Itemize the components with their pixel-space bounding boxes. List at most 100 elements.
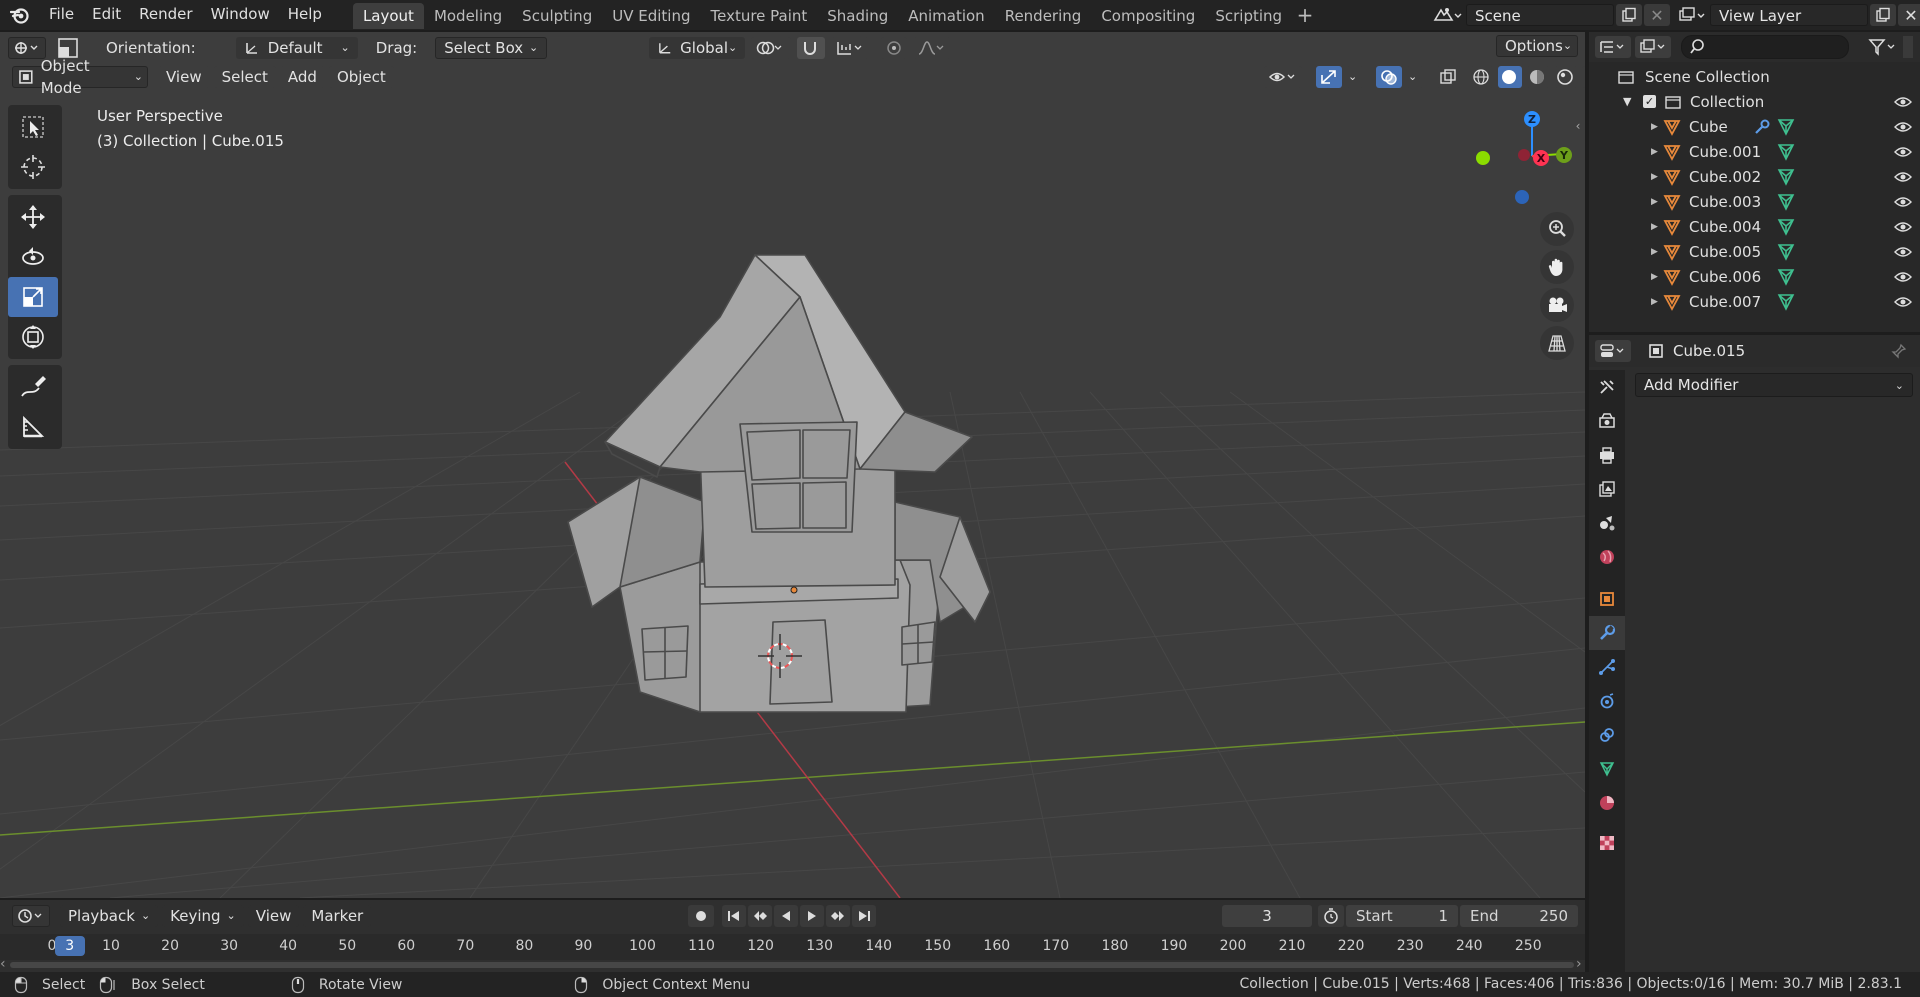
collapse-arrow-icon[interactable]: ▼ bbox=[1623, 95, 1635, 108]
current-frame-field[interactable]: 3 bbox=[1222, 905, 1312, 927]
outliner-item[interactable]: ▶ Cube.007 bbox=[1589, 289, 1920, 314]
start-frame-field[interactable]: Start 1 bbox=[1346, 905, 1458, 927]
tab-scripting[interactable]: Scripting bbox=[1205, 3, 1292, 29]
select-box-tool-icon[interactable] bbox=[8, 107, 58, 147]
mesh-data-tab-icon[interactable] bbox=[1589, 752, 1625, 786]
wireframe-shading-icon[interactable] bbox=[1470, 66, 1494, 88]
pan-hand-icon[interactable] bbox=[1540, 250, 1574, 284]
eye-icon[interactable] bbox=[1894, 145, 1912, 159]
tab-animation[interactable]: Animation bbox=[898, 3, 994, 29]
snap-toggle-icon[interactable] bbox=[797, 37, 826, 59]
measure-tool-icon[interactable] bbox=[8, 407, 58, 447]
jump-end-icon[interactable] bbox=[852, 905, 876, 927]
modifier-tab-icon[interactable] bbox=[1589, 616, 1625, 650]
outliner-item[interactable]: ▶ Cube.006 bbox=[1589, 264, 1920, 289]
expand-arrow-icon[interactable]: ▶ bbox=[1651, 297, 1661, 307]
expand-arrow-icon[interactable]: ▶ bbox=[1651, 122, 1661, 132]
mesh-data-icon[interactable] bbox=[1777, 143, 1795, 161]
object-tab-icon[interactable] bbox=[1589, 582, 1625, 616]
mesh-data-icon[interactable] bbox=[1777, 218, 1795, 236]
camera-view-icon[interactable] bbox=[1540, 288, 1574, 322]
transform-tool-icon[interactable] bbox=[8, 317, 58, 357]
eye-icon[interactable] bbox=[1894, 295, 1912, 309]
drag-dropdown[interactable]: Select Box ⌄ bbox=[435, 37, 548, 59]
gizmo-toggle-icon[interactable] bbox=[1316, 66, 1342, 88]
menu-file[interactable]: File bbox=[40, 0, 83, 30]
overlay-dropdown[interactable]: ⌄ bbox=[1406, 66, 1424, 88]
sidebar-toggle-icon[interactable]: ‹ bbox=[1572, 118, 1584, 134]
eye-icon[interactable] bbox=[1894, 195, 1912, 209]
annotate-tool-icon[interactable] bbox=[8, 367, 58, 407]
eye-icon[interactable] bbox=[1894, 270, 1912, 284]
mesh-data-icon[interactable] bbox=[1777, 268, 1795, 286]
menu-add[interactable]: Add bbox=[279, 66, 325, 88]
marker-menu[interactable]: Marker bbox=[303, 905, 372, 927]
add-workspace-icon[interactable]: + bbox=[1292, 2, 1318, 28]
gizmo-dropdown[interactable]: ⌄ bbox=[1346, 66, 1364, 88]
menu-help[interactable]: Help bbox=[279, 0, 331, 30]
pin-icon[interactable] bbox=[1891, 343, 1907, 359]
frame-ruler[interactable]: 0 10 20 30 40 50 60 70 80 90 100 110 120 130 140 150 16… bbox=[0, 934, 1585, 960]
filter-icon[interactable] bbox=[1863, 35, 1903, 59]
end-frame-field[interactable]: End 250 bbox=[1460, 905, 1578, 927]
orientation-dropdown[interactable]: Default ⌄ bbox=[235, 37, 358, 59]
new-scene-icon[interactable] bbox=[1616, 4, 1642, 26]
scene-tab-icon[interactable] bbox=[1589, 506, 1625, 540]
menu-render[interactable]: Render bbox=[130, 0, 201, 30]
tool-tab-icon[interactable] bbox=[1589, 370, 1625, 404]
playhead-frame-badge[interactable]: 3 bbox=[54, 936, 85, 956]
new-view-layer-icon[interactable] bbox=[1870, 4, 1896, 26]
eye-icon[interactable] bbox=[1894, 95, 1912, 109]
mesh-data-icon[interactable] bbox=[1777, 293, 1795, 311]
menu-view[interactable]: View bbox=[158, 66, 210, 88]
play-icon[interactable] bbox=[800, 905, 824, 927]
proportional-edit-icon[interactable] bbox=[881, 37, 908, 59]
mesh-data-icon[interactable] bbox=[1777, 168, 1795, 186]
next-keyframe-icon[interactable] bbox=[826, 905, 850, 927]
menu-object[interactable]: Object bbox=[328, 66, 394, 88]
outliner-scene-collection[interactable]: Scene Collection bbox=[1589, 64, 1920, 89]
eye-icon[interactable] bbox=[1894, 120, 1912, 134]
tab-rendering[interactable]: Rendering bbox=[995, 3, 1092, 29]
properties-editor-type-icon[interactable] bbox=[1595, 340, 1631, 362]
preview-range-toggle-icon[interactable] bbox=[1318, 905, 1344, 927]
timeline-view-menu[interactable]: View bbox=[247, 905, 300, 927]
outliner-item[interactable]: ▶ Cube.002 bbox=[1589, 164, 1920, 189]
cursor-tool-icon[interactable] bbox=[8, 147, 58, 187]
view-layer-name-field[interactable]: View Layer bbox=[1710, 4, 1868, 26]
modifier-wrench-icon[interactable] bbox=[1753, 118, 1771, 136]
menu-select[interactable]: Select bbox=[213, 66, 276, 88]
prev-keyframe-icon[interactable] bbox=[748, 905, 772, 927]
add-modifier-dropdown[interactable]: Add Modifier ⌄ bbox=[1635, 373, 1913, 397]
outliner-item[interactable]: ▶ Cube.003 bbox=[1589, 189, 1920, 214]
3d-viewport[interactable]: Orientation: Default ⌄ Drag: Select Box … bbox=[0, 32, 1585, 898]
options-dropdown[interactable]: Options ⌄ bbox=[1496, 35, 1578, 57]
jump-start-icon[interactable] bbox=[722, 905, 746, 927]
material-tab-icon[interactable] bbox=[1589, 786, 1625, 820]
expand-arrow-icon[interactable]: ▶ bbox=[1651, 272, 1661, 282]
scene-browse-icon[interactable] bbox=[1428, 3, 1466, 27]
zoom-icon[interactable] bbox=[1540, 212, 1574, 246]
mesh-data-icon[interactable] bbox=[1777, 118, 1795, 136]
tab-uv-editing[interactable]: UV Editing bbox=[602, 3, 700, 29]
output-tab-icon[interactable] bbox=[1589, 438, 1625, 472]
new-collection-icon[interactable] bbox=[1903, 36, 1913, 58]
outliner-search-input[interactable] bbox=[1681, 35, 1849, 59]
constraints-tab-icon[interactable] bbox=[1589, 718, 1625, 752]
record-button[interactable] bbox=[688, 905, 714, 927]
snap-target-dropdown[interactable] bbox=[831, 37, 870, 59]
move-tool-icon[interactable] bbox=[8, 197, 58, 237]
menu-edit[interactable]: Edit bbox=[83, 0, 130, 30]
scene-name-field[interactable]: Scene bbox=[1466, 4, 1614, 26]
outliner-collection-row[interactable]: ▼ ✓ Collection bbox=[1589, 89, 1920, 114]
tab-layout[interactable]: Layout bbox=[352, 3, 424, 29]
eye-icon[interactable] bbox=[1894, 220, 1912, 234]
texture-tab-icon[interactable] bbox=[1589, 826, 1625, 860]
view-layer-browse-icon[interactable] bbox=[1674, 3, 1710, 27]
play-reverse-icon[interactable] bbox=[774, 905, 798, 927]
view-layer-tab-icon[interactable] bbox=[1589, 472, 1625, 506]
scale-tool-icon[interactable] bbox=[8, 277, 58, 317]
playback-menu[interactable]: Playback ⌄ bbox=[60, 905, 159, 927]
expand-arrow-icon[interactable]: ▶ bbox=[1651, 172, 1661, 182]
expand-arrow-icon[interactable]: ▶ bbox=[1651, 247, 1661, 257]
